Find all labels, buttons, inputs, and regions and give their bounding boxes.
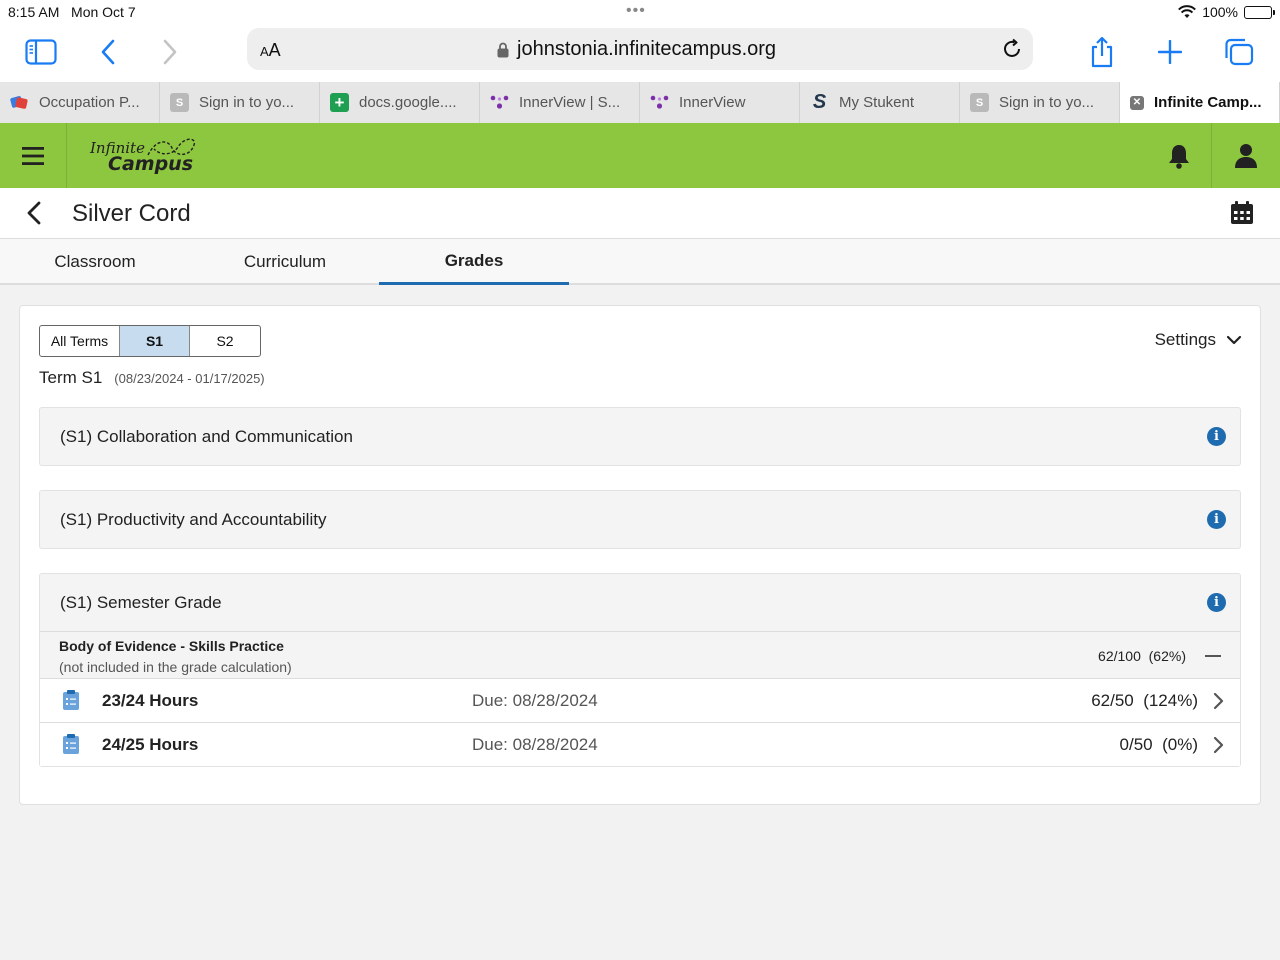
wifi-icon	[1178, 5, 1197, 18]
notification-bell-icon[interactable]	[1146, 123, 1211, 188]
browser-tab-title: My Stukent	[839, 94, 915, 111]
browser-tab-3[interactable]: + docs.google....	[320, 82, 480, 123]
browser-tab-6[interactable]: S My Stukent	[800, 82, 960, 123]
clipboard-icon	[63, 734, 79, 754]
assignment-name: 24/25 Hours	[102, 735, 199, 754]
status-time: 8:15 AM Mon Oct 7	[8, 4, 136, 20]
term-label: Term S1	[39, 368, 103, 387]
browser-tab-title: Sign in to yo...	[199, 94, 295, 111]
app-header: Infinite Campus	[0, 123, 1280, 188]
url-text: johnstonia.infinitecampus.org	[517, 38, 777, 60]
info-icon[interactable]: i	[1207, 510, 1226, 529]
stukent-icon: S	[812, 91, 827, 113]
info-icon[interactable]: i	[1207, 593, 1226, 612]
browser-tab-2[interactable]: S Sign in to yo...	[160, 82, 320, 123]
grade-group-collaboration[interactable]: (S1) Collaboration and Communication i	[39, 407, 1241, 466]
info-icon[interactable]: i	[1207, 427, 1226, 446]
settings-label: Settings	[1154, 330, 1216, 349]
browser-tab-7[interactable]: S Sign in to yo...	[960, 82, 1120, 123]
new-tab-plus-icon[interactable]	[1150, 32, 1190, 72]
settings-dropdown[interactable]: Settings	[1155, 330, 1242, 350]
category-name: Body of Evidence - Skills Practice	[59, 638, 284, 654]
grade-group-title: (S1) Productivity and Accountability	[60, 510, 327, 529]
grade-group-semester: (S1) Semester Grade i Body of Evidence -…	[39, 573, 1241, 767]
battery-icon	[1244, 5, 1275, 19]
page-title: Silver Cord	[72, 200, 191, 227]
assignment-row[interactable]: 24/25 Hours Due: 08/28/2024 0/50 (0%)	[40, 722, 1240, 766]
term-option-s1[interactable]: S1	[120, 326, 190, 356]
grade-group-productivity[interactable]: (S1) Productivity and Accountability i	[39, 490, 1241, 549]
innerview-icon	[490, 93, 509, 112]
term-info: Term S1 (08/23/2024 - 01/17/2025)	[39, 368, 265, 388]
s-icon: S	[170, 93, 189, 112]
browser-tab-title: InnerView | S...	[519, 94, 621, 111]
browser-tab-5[interactable]: InnerView	[640, 82, 800, 123]
close-icon[interactable]: ✕	[1130, 95, 1144, 110]
tab-classroom[interactable]: Classroom	[0, 239, 190, 285]
forward-arrow-icon[interactable]	[150, 32, 190, 72]
back-chevron-icon[interactable]	[22, 200, 48, 226]
chevron-down-icon	[1226, 335, 1242, 345]
status-right: 100%	[1178, 4, 1275, 20]
term-option-all[interactable]: All Terms	[40, 326, 120, 356]
browser-tab-title: Occupation P...	[39, 94, 140, 111]
reload-icon[interactable]	[1001, 38, 1023, 60]
address-bar[interactable]: AA johnstonia.infinitecampus.org	[247, 28, 1033, 70]
status-bar: 8:15 AM Mon Oct 7 ••• 100%	[0, 0, 1280, 24]
assignment-score: 0/50 (0%)	[1119, 735, 1198, 754]
sidebar-icon[interactable]	[21, 32, 61, 72]
user-account-icon[interactable]	[1211, 123, 1280, 188]
term-date-range: (08/23/2024 - 01/17/2025)	[114, 371, 265, 386]
tab-grades[interactable]: Grades	[379, 239, 569, 285]
browser-tab-title: docs.google....	[359, 94, 457, 111]
assignment-row[interactable]: 23/24 Hours Due: 08/28/2024 62/50 (124%)	[40, 678, 1240, 722]
browser-tab-title: InnerView	[679, 94, 746, 111]
browser-toolbar: AA johnstonia.infinitecampus.org	[0, 24, 1280, 82]
infinite-campus-logo[interactable]: Infinite Campus	[90, 133, 210, 179]
battery-percent: 100%	[1202, 4, 1238, 20]
url-display[interactable]: johnstonia.infinitecampus.org	[497, 38, 776, 61]
course-tabs: Classroom Curriculum Grades	[0, 239, 1280, 285]
chevron-right-icon[interactable]	[1210, 736, 1226, 754]
category-score: 62/100 (62%)	[1098, 648, 1186, 664]
multitasking-dots-icon[interactable]: •••	[626, 2, 646, 20]
course-header: Silver Cord	[0, 188, 1280, 239]
tab-overview-icon[interactable]	[1219, 32, 1259, 72]
tab-curriculum[interactable]: Curriculum	[190, 239, 380, 285]
term-selector: All Terms S1 S2	[39, 325, 261, 357]
browser-tab-4[interactable]: InnerView | S...	[480, 82, 640, 123]
grade-group-title: (S1) Semester Grade	[60, 593, 222, 612]
term-option-s2[interactable]: S2	[190, 326, 260, 356]
flashcards-icon	[10, 93, 29, 112]
calendar-icon[interactable]	[1229, 200, 1255, 226]
grades-card: All Terms S1 S2 Settings Term S1 (08/23/…	[19, 305, 1261, 805]
share-icon[interactable]	[1082, 32, 1122, 72]
chevron-right-icon[interactable]	[1210, 692, 1226, 710]
browser-tab-1[interactable]: Occupation P...	[0, 82, 160, 123]
logo-text-campus: Campus	[108, 153, 193, 175]
browser-tab-title: Infinite Camp...	[1154, 94, 1262, 111]
text-size-button[interactable]: AA	[260, 40, 281, 61]
category-note: (not included in the grade calculation)	[59, 659, 292, 675]
browser-tab-strip: Occupation P... S Sign in to yo... + doc…	[0, 82, 1280, 123]
collapse-minus-icon[interactable]	[1205, 655, 1221, 657]
clipboard-icon	[63, 690, 79, 710]
browser-tab-title: Sign in to yo...	[999, 94, 1095, 111]
browser-tab-8-active[interactable]: ✕ Infinite Camp...	[1120, 82, 1280, 123]
category-row[interactable]: Body of Evidence - Skills Practice (not …	[40, 631, 1240, 678]
back-arrow-icon[interactable]	[88, 32, 128, 72]
s-icon: S	[970, 93, 989, 112]
assignment-due-date: Due: 08/28/2024	[472, 735, 598, 754]
lock-icon	[497, 42, 509, 57]
assignment-score: 62/50 (124%)	[1091, 691, 1198, 710]
innerview-icon	[650, 93, 669, 112]
google-sheets-icon: +	[330, 93, 349, 112]
grade-group-title: (S1) Collaboration and Communication	[60, 427, 353, 446]
hamburger-menu-icon[interactable]	[0, 123, 67, 188]
assignment-due-date: Due: 08/28/2024	[472, 691, 598, 710]
assignment-name: 23/24 Hours	[102, 691, 199, 710]
